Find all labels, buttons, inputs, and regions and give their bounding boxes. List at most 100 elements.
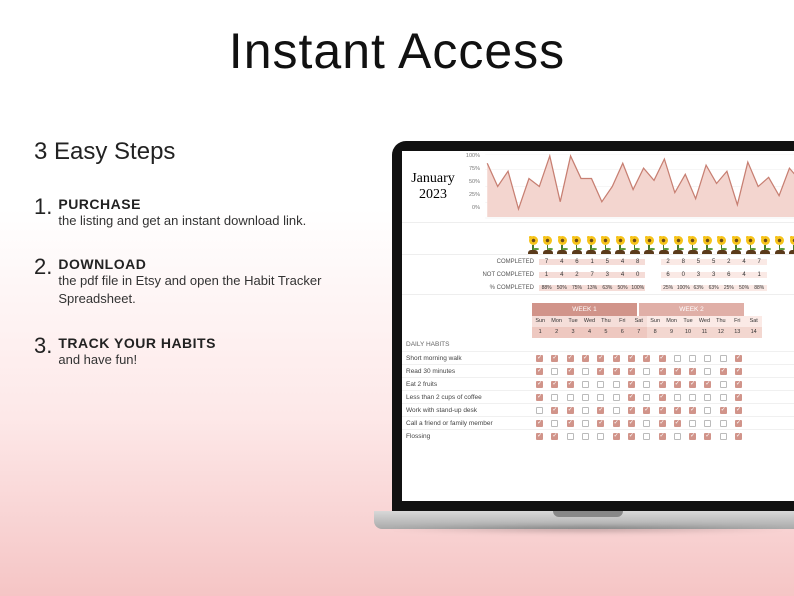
habit-checkbox-cell[interactable]: [563, 420, 578, 427]
habit-checkbox-cell[interactable]: [624, 407, 639, 414]
habit-checkbox-cell[interactable]: [654, 368, 669, 375]
habit-checkbox-cell[interactable]: [578, 381, 593, 388]
habit-checkbox-cell[interactable]: [578, 394, 593, 401]
habit-checkbox-cell[interactable]: [670, 394, 685, 401]
habit-row: Work with stand-up desk: [402, 403, 794, 416]
habit-checkbox-cell[interactable]: [532, 368, 547, 375]
habit-checkbox-cell[interactable]: [716, 394, 731, 401]
habit-checkbox-cell[interactable]: [639, 368, 654, 375]
habit-checkbox-cell[interactable]: [654, 407, 669, 414]
habit-checkbox-cell[interactable]: [639, 433, 654, 440]
habit-checkbox-cell[interactable]: [700, 368, 715, 375]
habit-checkbox-cell[interactable]: [670, 381, 685, 388]
habit-checkbox-cell[interactable]: [731, 394, 746, 401]
habit-checkbox-cell[interactable]: [593, 420, 608, 427]
habit-checkbox-cell[interactable]: [608, 420, 623, 427]
habit-checkbox-cell[interactable]: [608, 394, 623, 401]
habit-checkbox-cell[interactable]: [700, 420, 715, 427]
habit-checkbox-cell[interactable]: [670, 420, 685, 427]
habit-checkbox-cell[interactable]: [608, 381, 623, 388]
habit-checkbox-cell[interactable]: [624, 355, 639, 362]
habit-checkbox-cell[interactable]: [639, 407, 654, 414]
habit-checkbox-cell[interactable]: [670, 407, 685, 414]
habit-checkbox-cell[interactable]: [639, 420, 654, 427]
habit-checkbox-cell[interactable]: [608, 407, 623, 414]
habit-checkbox-cell[interactable]: [716, 407, 731, 414]
habit-checkbox-cell[interactable]: [547, 433, 562, 440]
habit-checkbox-cell[interactable]: [731, 355, 746, 362]
habit-checkbox-cell[interactable]: [624, 368, 639, 375]
habit-checkbox-cell[interactable]: [624, 381, 639, 388]
habit-checkbox-cell[interactable]: [608, 355, 623, 362]
habit-checkbox-cell[interactable]: [654, 433, 669, 440]
habit-checkbox-cell[interactable]: [547, 381, 562, 388]
habit-checkbox-cell[interactable]: [654, 394, 669, 401]
habit-checkbox-cell[interactable]: [593, 368, 608, 375]
habit-checkbox-cell[interactable]: [547, 368, 562, 375]
habit-checkbox-cell[interactable]: [593, 394, 608, 401]
habit-checkbox-cell[interactable]: [654, 381, 669, 388]
habit-checkbox-cell[interactable]: [563, 394, 578, 401]
habit-checkbox-cell[interactable]: [639, 381, 654, 388]
habit-checkbox-cell[interactable]: [532, 394, 547, 401]
habit-checkbox-cell[interactable]: [563, 355, 578, 362]
habit-checkbox-cell[interactable]: [685, 355, 700, 362]
habit-checkbox-cell[interactable]: [608, 368, 623, 375]
habit-checkbox-cell[interactable]: [593, 355, 608, 362]
habit-checkbox-cell[interactable]: [685, 420, 700, 427]
habit-checkbox-cell[interactable]: [532, 407, 547, 414]
habit-checkbox-cell[interactable]: [716, 433, 731, 440]
habit-checkbox-cell[interactable]: [563, 407, 578, 414]
habit-checkbox-cell[interactable]: [547, 407, 562, 414]
habit-checkbox-cell[interactable]: [608, 433, 623, 440]
habit-checkbox-cell[interactable]: [731, 381, 746, 388]
habit-checkbox-cell[interactable]: [578, 355, 593, 362]
habit-checkbox-cell[interactable]: [731, 420, 746, 427]
habit-checkbox-cell[interactable]: [532, 355, 547, 362]
habit-checkbox-cell[interactable]: [624, 433, 639, 440]
habit-checkbox-cell[interactable]: [639, 394, 654, 401]
habit-checkbox-cell[interactable]: [532, 433, 547, 440]
habit-checkbox-cell[interactable]: [578, 368, 593, 375]
habit-checkbox-cell[interactable]: [700, 381, 715, 388]
habit-checkbox-cell[interactable]: [685, 394, 700, 401]
habit-checkbox-cell[interactable]: [624, 394, 639, 401]
habit-checkbox-cell[interactable]: [593, 433, 608, 440]
habit-checkbox-cell[interactable]: [700, 407, 715, 414]
habit-checkbox-cell[interactable]: [731, 407, 746, 414]
habit-checkbox-cell[interactable]: [700, 433, 715, 440]
habit-checkbox-cell[interactable]: [578, 407, 593, 414]
habit-checkbox-cell[interactable]: [547, 420, 562, 427]
habit-checkbox-cell[interactable]: [670, 355, 685, 362]
habit-checkbox-cell[interactable]: [578, 420, 593, 427]
habit-checkbox-cell[interactable]: [654, 420, 669, 427]
habit-checkbox-cell[interactable]: [563, 368, 578, 375]
habit-checkbox-cell[interactable]: [716, 368, 731, 375]
habit-checkbox-cell[interactable]: [547, 394, 562, 401]
habit-checkbox-cell[interactable]: [654, 355, 669, 362]
habit-checkbox-cell[interactable]: [547, 355, 562, 362]
habit-checkbox-cell[interactable]: [532, 381, 547, 388]
habit-checkbox-cell[interactable]: [685, 368, 700, 375]
habit-checkbox-cell[interactable]: [716, 355, 731, 362]
habit-checkbox-cell[interactable]: [731, 368, 746, 375]
habit-checkbox-cell[interactable]: [563, 381, 578, 388]
habit-checkbox-cell[interactable]: [578, 433, 593, 440]
habit-checkbox-cell[interactable]: [624, 420, 639, 427]
habit-checkbox-cell[interactable]: [563, 433, 578, 440]
habit-checkbox-cell[interactable]: [700, 394, 715, 401]
habit-checkbox-cell[interactable]: [685, 407, 700, 414]
habit-checkbox-cell[interactable]: [685, 433, 700, 440]
habit-checkbox-cell[interactable]: [716, 381, 731, 388]
habit-checkbox-cell[interactable]: [532, 420, 547, 427]
checkbox-icon: [659, 394, 666, 401]
habit-checkbox-cell[interactable]: [685, 381, 700, 388]
habit-checkbox-cell[interactable]: [593, 407, 608, 414]
habit-checkbox-cell[interactable]: [731, 433, 746, 440]
habit-checkbox-cell[interactable]: [700, 355, 715, 362]
habit-checkbox-cell[interactable]: [639, 355, 654, 362]
habit-checkbox-cell[interactable]: [670, 368, 685, 375]
habit-checkbox-cell[interactable]: [716, 420, 731, 427]
habit-checkbox-cell[interactable]: [670, 433, 685, 440]
habit-checkbox-cell[interactable]: [593, 381, 608, 388]
